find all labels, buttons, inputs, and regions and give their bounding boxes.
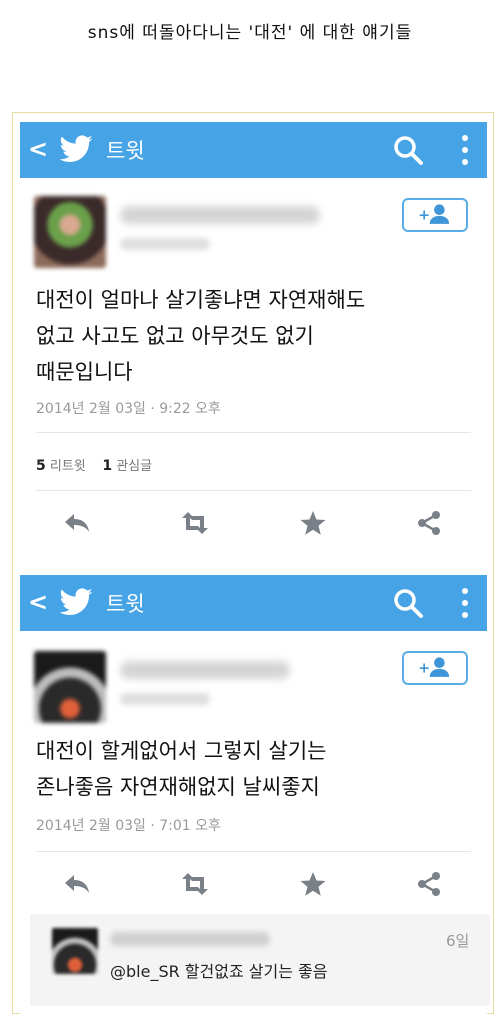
- tweet-text: 대전이 얼마나 살기좋냐면 자연재해도 없고 사고도 없고 아무것도 없기 때문…: [36, 282, 365, 390]
- user-display-name-blurred: [120, 206, 320, 224]
- divider: [36, 490, 471, 491]
- share-icon[interactable]: [414, 871, 444, 897]
- search-icon[interactable]: [392, 134, 424, 166]
- favorite-count: 1: [102, 458, 113, 474]
- back-arrow-icon[interactable]: <: [28, 588, 48, 616]
- add-user-icon: +: [418, 657, 450, 677]
- tweet-text-line: 없고 사고도 없고 아무것도 없기: [36, 324, 314, 348]
- tweet-text-line: 존나좋음 자연재해없지 날씨좋지: [36, 775, 320, 799]
- retweet-label[interactable]: 리트윗: [50, 459, 86, 474]
- back-arrow-icon[interactable]: <: [28, 135, 48, 163]
- tweet-timestamp: 2014년 2월 03일 · 7:01 오후: [36, 818, 221, 834]
- twitter-bird-icon: [59, 135, 93, 163]
- user-display-name-blurred: [120, 661, 290, 679]
- user-handle-blurred: [120, 238, 210, 250]
- divider: [36, 432, 471, 433]
- tweet-text: 대전이 할게없어서 그렇지 살기는 존나좋음 자연재해없지 날씨좋지: [36, 733, 327, 805]
- reply-icon[interactable]: [62, 871, 92, 897]
- retweet-icon[interactable]: [180, 510, 210, 536]
- screen-title: 트윗: [106, 139, 145, 163]
- tweet-text-line: 대전이 할게없어서 그렇지 살기는: [36, 739, 327, 763]
- search-icon[interactable]: [392, 587, 424, 619]
- svg-text:+: +: [418, 207, 430, 223]
- favorite-star-icon[interactable]: [298, 510, 328, 536]
- reply-age: 6일: [446, 932, 470, 950]
- favorite-label[interactable]: 관심글: [116, 459, 152, 474]
- tweet-text-line: 때문입니다: [36, 360, 133, 384]
- top-app-bar: < 트윗: [20, 122, 487, 178]
- follow-button[interactable]: +: [402, 651, 468, 685]
- screen-title: 트윗: [106, 592, 145, 616]
- reply-icon[interactable]: [62, 510, 92, 536]
- reply-text: @ble_SR 할건없죠 살기는 좋음: [110, 962, 328, 981]
- tweet-timestamp: 2014년 2월 03일 · 9:22 오후: [36, 401, 221, 417]
- tweet-card-1: < 트윗 + 대전이 얼마나 살기좋냐면 자연재해도 없고 사고도 없고 아무것…: [20, 122, 487, 554]
- more-options-icon[interactable]: [460, 132, 470, 168]
- reply-tweet[interactable]: 6일 @ble_SR 할건없죠 살기는 좋음: [30, 914, 490, 1006]
- retweet-count: 5: [36, 458, 46, 474]
- more-options-icon[interactable]: [460, 585, 470, 621]
- svg-text:+: +: [418, 660, 430, 676]
- tweet-text-line: 대전이 얼마나 살기좋냐면 자연재해도: [36, 288, 366, 312]
- share-icon[interactable]: [414, 510, 444, 536]
- reply-avatar[interactable]: [52, 928, 98, 974]
- follow-button[interactable]: +: [402, 198, 468, 232]
- top-app-bar: < 트윗: [20, 575, 487, 631]
- divider: [36, 851, 471, 852]
- tweet-stats: 5 리트윗 1 관심글: [36, 455, 152, 474]
- twitter-bird-icon: [59, 588, 93, 616]
- avatar[interactable]: [34, 196, 106, 268]
- user-handle-blurred: [120, 693, 210, 705]
- avatar[interactable]: [34, 651, 106, 723]
- reply-user-name-blurred: [110, 932, 270, 946]
- favorite-star-icon[interactable]: [298, 871, 328, 897]
- page-title: sns에 떠돌아다니는 '대전' 에 대한 얘기들: [87, 23, 413, 43]
- retweet-icon[interactable]: [180, 871, 210, 897]
- add-user-icon: +: [418, 204, 450, 224]
